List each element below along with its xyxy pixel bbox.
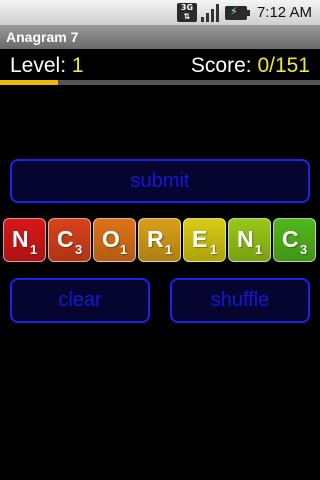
letter-tile[interactable]: R1: [138, 218, 181, 262]
tile-points: 1: [210, 242, 218, 257]
progress-bar: [0, 80, 320, 85]
status-bar: 3G⇅ 7:12 AM: [0, 0, 320, 25]
tile-points: 3: [300, 242, 308, 257]
tile-letter: C: [282, 226, 299, 252]
app-title: Anagram 7: [0, 25, 320, 49]
submit-button[interactable]: submit: [10, 159, 310, 203]
tile-letter: E: [192, 226, 208, 252]
tile-points: 1: [30, 242, 38, 257]
letter-tile[interactable]: O1: [93, 218, 136, 262]
tile-letter: C: [57, 226, 74, 252]
tile-points: 3: [75, 242, 83, 257]
clock: 7:12 AM: [256, 4, 312, 21]
level-label: Level:: [10, 54, 67, 77]
letter-tile[interactable]: N1: [3, 218, 46, 262]
progress-fill: [0, 80, 58, 85]
score-value: 0/151: [257, 54, 310, 77]
clear-button[interactable]: clear: [10, 278, 150, 323]
letter-tile[interactable]: C3: [273, 218, 316, 262]
letter-tiles: N1C3O1R1E1N1C3: [3, 218, 319, 262]
tile-points: 1: [255, 242, 263, 257]
tile-points: 1: [165, 242, 173, 257]
signal-icon: [200, 3, 221, 22]
network-3g-icon: 3G ⇅: [176, 3, 197, 22]
level-display: Level: 1: [10, 54, 84, 78]
shuffle-button[interactable]: shuffle: [170, 278, 310, 323]
letter-tile[interactable]: C3: [48, 218, 91, 262]
battery-charging-icon: [224, 5, 250, 20]
letter-tile[interactable]: E1: [183, 218, 226, 262]
tile-letter: R: [147, 226, 164, 252]
tile-letter: O: [102, 226, 120, 252]
tile-letter: N: [237, 226, 254, 252]
status-icons: 3G⇅ 7:12 AM: [176, 2, 312, 23]
level-score-row: Level: 1 Score: 0/151: [0, 52, 320, 82]
score-display: Score: 0/151: [191, 54, 310, 78]
letter-tile[interactable]: N1: [228, 218, 271, 262]
score-label: Score:: [190, 54, 252, 77]
level-value: 1: [71, 54, 84, 77]
tile-letter: N: [12, 226, 29, 252]
tile-points: 1: [120, 242, 128, 257]
